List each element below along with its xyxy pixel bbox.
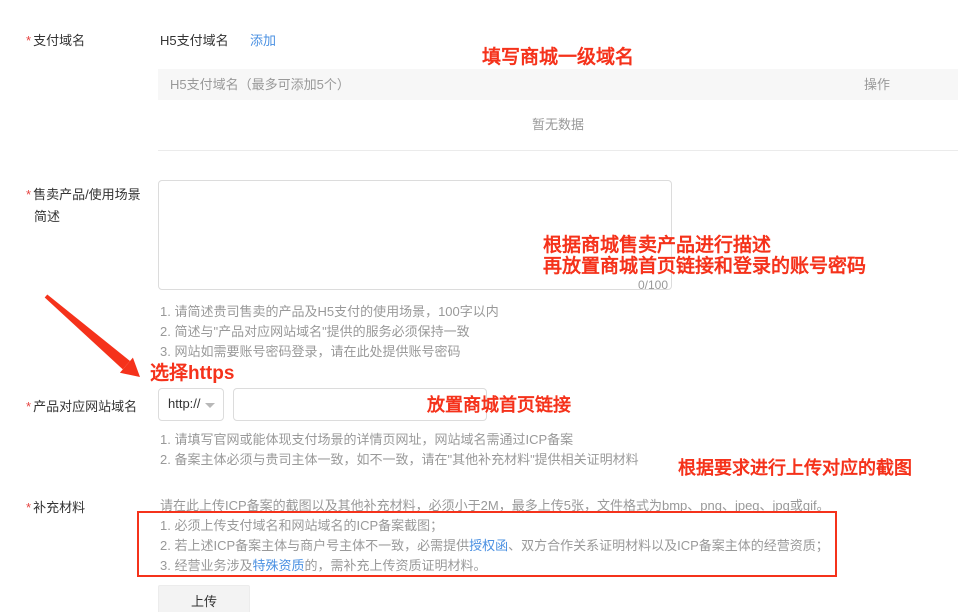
annotation-describe-line2: 再放置商城首页链接和登录的账号密码 xyxy=(543,251,866,278)
table-header-domain: H5支付域名（最多可添加5个） xyxy=(158,77,350,92)
table-empty-row: 暂无数据 xyxy=(158,100,958,151)
annotation-arrow-icon xyxy=(30,288,150,388)
protocol-select[interactable]: http:// xyxy=(158,388,224,421)
website-domain-note-2: 2. 备案主体必须与贵司主体一致，如不一致，请在"其他补充材料"提供相关证明材料 xyxy=(160,450,639,470)
annotation-upload-screenshots: 根据要求进行上传对应的截图 xyxy=(678,454,912,480)
supplement-item-1: 1. 必须上传支付域名和网站域名的ICP备案截图； xyxy=(160,516,443,536)
chevron-down-icon xyxy=(205,403,215,408)
special-qualification-link[interactable]: 特殊资质 xyxy=(252,558,304,573)
h5-payment-form-page: *支付域名 H5支付域名 添加 填写商城一级域名 H5支付域名（最多可添加5个）… xyxy=(0,0,967,612)
product-desc-note-1: 1. 请简述贵司售卖的产品及H5支付的使用场景，100字以内 xyxy=(160,302,499,322)
protocol-selected-value: http:// xyxy=(168,396,201,411)
payment-domain-table: H5支付域名（最多可添加5个） 操作 暂无数据 xyxy=(158,69,958,151)
required-marker: * xyxy=(26,399,31,414)
website-domain-note-1: 1. 请填写官网或能体现支付场景的详情页网址，网站域名需通过ICP备案 xyxy=(160,430,573,450)
product-desc-label-line2: 简述 xyxy=(34,206,60,225)
empty-data-text: 暂无数据 xyxy=(532,117,584,132)
required-marker: * xyxy=(26,500,31,515)
payment-domain-label: *支付域名 xyxy=(26,30,85,49)
website-domain-label: *产品对应网站域名 xyxy=(26,396,137,415)
annotation-fill-domain: 填写商城一级域名 xyxy=(482,42,634,69)
product-desc-label-line1: *售卖产品/使用场景 xyxy=(26,184,141,203)
annotation-place-homepage-link: 放置商城首页链接 xyxy=(427,391,571,417)
upload-button[interactable]: 上传 xyxy=(158,585,250,612)
supplement-item-2: 2. 若上述ICP备案主体与商户号主体不一致，必需提供授权函、双方合作关系证明材… xyxy=(160,536,829,556)
table-header-action: 操作 xyxy=(864,69,890,100)
table-header-row: H5支付域名（最多可添加5个） 操作 xyxy=(158,69,958,100)
product-desc-note-2: 2. 简述与"产品对应网站域名"提供的服务必须保持一致 xyxy=(160,322,470,342)
supplement-item-3: 3. 经营业务涉及特殊资质的，需补充上传资质证明材料。 xyxy=(160,556,487,576)
annotation-choose-https: 选择https xyxy=(150,358,234,385)
required-marker: * xyxy=(26,187,31,202)
add-domain-link[interactable]: 添加 xyxy=(250,30,276,49)
supplement-label: *补充材料 xyxy=(26,497,85,516)
required-marker: * xyxy=(26,33,31,48)
char-counter: 0/100 xyxy=(638,278,668,292)
authorization-letter-link[interactable]: 授权函 xyxy=(469,538,508,553)
h5-domain-type-label: H5支付域名 xyxy=(160,30,229,49)
